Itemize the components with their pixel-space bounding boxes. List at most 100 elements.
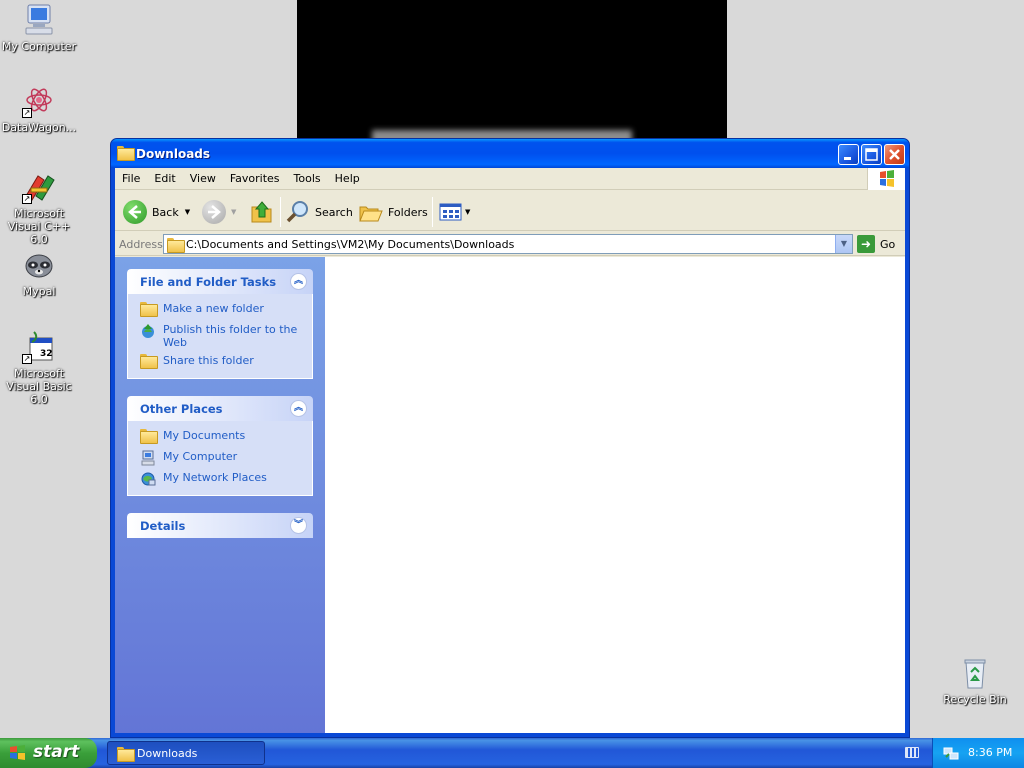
minimize-button[interactable] — [838, 144, 859, 165]
place-label: My Documents — [163, 429, 246, 442]
address-label: Address — [119, 238, 163, 251]
go-arrow-icon: ➜ — [857, 235, 875, 253]
views-icon — [439, 203, 462, 221]
my-network-places-link[interactable]: My Network Places — [140, 471, 306, 487]
menu-favorites[interactable]: Favorites — [223, 168, 287, 190]
search-label: Search — [315, 205, 353, 219]
visual-basic-icon: 32 ↗ — [22, 330, 56, 364]
computer-icon — [140, 450, 156, 466]
title-bar[interactable]: Downloads — [111, 139, 909, 168]
desktop-icon-label: Microsoft Visual Basic 6.0 — [6, 367, 72, 406]
background-window[interactable] — [297, 0, 727, 144]
go-label: Go — [880, 237, 896, 251]
address-input[interactable]: C:\Documents and Settings\VM2\My Documen… — [163, 234, 853, 254]
forward-dropdown-icon[interactable]: ▼ — [231, 208, 236, 216]
shortcut-arrow-icon: ↗ — [22, 354, 32, 364]
up-folder-icon — [251, 201, 272, 223]
forward-button[interactable]: ▼ — [202, 199, 236, 225]
standard-toolbar: Back ▼ ▼ Search Folders ▼ — [115, 191, 905, 231]
svg-text:32: 32 — [40, 349, 53, 359]
publish-web-icon — [140, 323, 156, 339]
start-label: start — [33, 742, 80, 762]
share-folder-link[interactable]: Share this folder — [140, 354, 306, 370]
network-connection-icon[interactable] — [943, 745, 959, 761]
folders-button[interactable]: Folders — [358, 199, 428, 225]
menu-help[interactable]: Help — [328, 168, 367, 190]
folders-label: Folders — [388, 205, 428, 219]
expand-icon[interactable]: ︾ — [290, 517, 307, 534]
shortcut-arrow-icon: ↗ — [22, 108, 32, 118]
system-tray: 8:36 PM — [932, 738, 1024, 768]
desktop-icon-label: Microsoft Visual C++ 6.0 — [7, 207, 71, 246]
desktop-icon-recycle-bin[interactable]: Recycle Bin — [935, 656, 1015, 706]
windows-logo-icon — [867, 168, 905, 190]
share-folder-icon — [140, 354, 158, 370]
desktop-icon-datawagon[interactable]: ↗ DataWagon... — [0, 84, 79, 134]
maximize-icon — [865, 148, 878, 161]
start-button[interactable]: start — [0, 738, 97, 768]
panel-header[interactable]: File and Folder Tasks ︽ — [127, 269, 313, 294]
desktop-icon-my-computer[interactable]: My Computer — [0, 3, 79, 53]
my-computer-link[interactable]: My Computer — [140, 450, 306, 466]
chevron-down-icon: ▼ — [840, 239, 848, 248]
window-title: Downloads — [136, 147, 211, 161]
desktop-icon-label: Recycle Bin — [943, 693, 1007, 706]
toolbar-separator — [280, 197, 281, 227]
my-documents-folder-icon — [140, 429, 158, 445]
views-dropdown-icon: ▼ — [465, 208, 471, 216]
details-panel: Details ︾ — [127, 513, 313, 538]
place-label: My Network Places — [163, 471, 267, 484]
panel-body: Make a new folder Publish this folder to… — [127, 294, 313, 379]
address-dropdown-button[interactable]: ▼ — [835, 235, 852, 253]
desktop-icon-visual-cpp[interactable]: ↗ Microsoft Visual C++ 6.0 — [0, 170, 79, 246]
my-documents-link[interactable]: My Documents — [140, 429, 306, 445]
panel-body: My Documents My Computer My Network Plac… — [127, 421, 313, 496]
make-new-folder-link[interactable]: Make a new folder — [140, 302, 306, 318]
menu-edit[interactable]: Edit — [147, 168, 182, 190]
go-button[interactable]: ➜ Go — [857, 235, 895, 253]
folder-icon — [167, 238, 185, 253]
publish-folder-link[interactable]: Publish this folder to the Web — [140, 323, 306, 349]
panel-header[interactable]: Details ︾ — [127, 513, 313, 538]
up-folder-button[interactable] — [249, 199, 275, 225]
taskbar: start Downloads 8:36 PM — [0, 738, 1024, 768]
panel-header[interactable]: Other Places ︽ — [127, 396, 313, 421]
clock[interactable]: 8:36 PM — [968, 746, 1012, 759]
menu-tools[interactable]: Tools — [287, 168, 328, 190]
collapse-icon[interactable]: ︽ — [290, 400, 307, 417]
datawagon-icon: ↗ — [22, 84, 56, 118]
search-button[interactable]: Search — [285, 199, 353, 225]
computer-icon — [22, 3, 56, 37]
back-button[interactable]: Back ▼ — [123, 199, 190, 225]
desktop-icon-label: Mypal — [22, 285, 56, 298]
search-icon — [286, 201, 308, 223]
views-button[interactable]: ▼ — [439, 199, 470, 225]
menu-file[interactable]: File — [115, 168, 147, 190]
back-arrow-icon — [123, 200, 147, 224]
address-path: C:\Documents and Settings\VM2\My Documen… — [186, 238, 515, 251]
menu-view[interactable]: View — [183, 168, 223, 190]
back-dropdown-icon[interactable]: ▼ — [185, 208, 190, 216]
forward-arrow-icon — [202, 200, 226, 224]
folder-icon — [117, 747, 135, 762]
explorer-window[interactable]: Downloads File Edit View Favorites Tools… — [110, 138, 910, 738]
network-globe-icon — [140, 471, 156, 487]
toolbar-separator — [432, 197, 433, 227]
close-button[interactable] — [884, 144, 905, 165]
panel-title: Other Places — [140, 402, 223, 416]
keyboard-icon[interactable] — [905, 747, 919, 758]
close-icon — [889, 149, 900, 160]
taskbar-button-downloads[interactable]: Downloads — [107, 741, 265, 765]
desktop-icon-visual-basic[interactable]: 32 ↗ Microsoft Visual Basic 6.0 — [0, 330, 79, 406]
maximize-button[interactable] — [861, 144, 882, 165]
window-client: File Edit View Favorites Tools Help Back… — [115, 168, 905, 733]
taskbar-button-label: Downloads — [137, 747, 198, 760]
folder-content-area[interactable] — [325, 257, 905, 733]
visual-cpp-icon: ↗ — [22, 170, 56, 204]
collapse-icon[interactable]: ︽ — [290, 273, 307, 290]
desktop-icon-label: My Computer — [1, 40, 77, 53]
desktop-icon-mypal[interactable]: Mypal — [0, 248, 79, 298]
new-folder-icon — [140, 302, 158, 318]
address-bar: Address C:\Documents and Settings\VM2\My… — [115, 232, 905, 256]
folder-icon — [117, 146, 135, 161]
